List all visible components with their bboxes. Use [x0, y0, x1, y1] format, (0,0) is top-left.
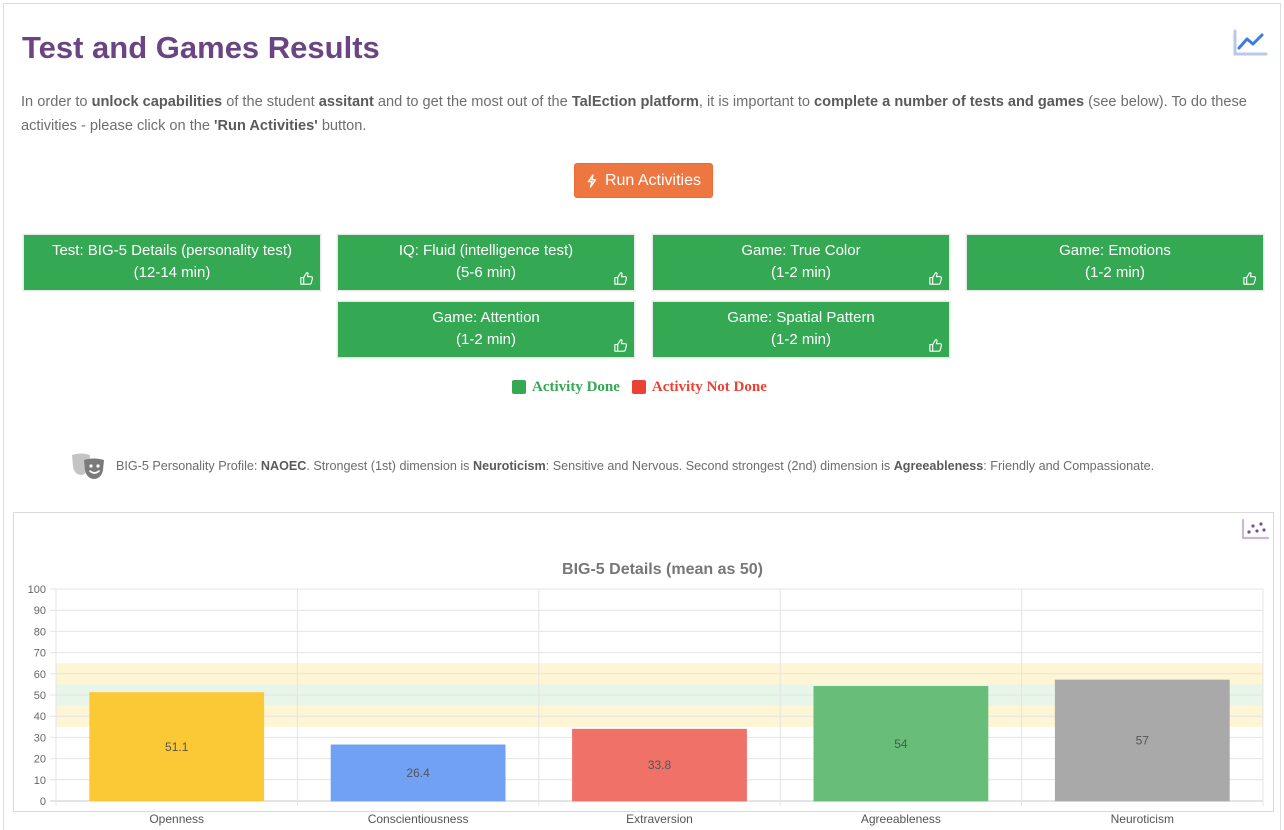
activity-duration: (1-2 min)	[770, 331, 831, 348]
page-title: Test and Games Results	[22, 30, 380, 65]
run-activities-button[interactable]: Run Activities	[574, 163, 713, 198]
activity-name: Game: Attention	[432, 309, 540, 326]
activity-duration: (1-2 min)	[1084, 264, 1145, 281]
activity-card-attention[interactable]: Game: Attention (1-2 min)	[337, 301, 635, 358]
lightning-icon	[587, 173, 597, 188]
run-activities-label: Run Activities	[604, 171, 702, 189]
activity-name: IQ: Fluid (intelligence test)	[398, 242, 574, 259]
personality-profile-summary: BIG-5 Personality Profile: NAOEC. Strong…	[70, 450, 1154, 482]
intro-bold-platform: TalEction platform	[571, 94, 699, 110]
theater-masks-icon	[72, 453, 104, 479]
thumbs-up-icon	[1243, 272, 1257, 285]
intro-bold-unlock: unlock capabilities	[91, 94, 223, 110]
activity-card-iq-fluid[interactable]: IQ: Fluid (intelligence test) (5-6 min)	[337, 234, 635, 291]
legend-done-swatch	[512, 380, 526, 394]
activity-card-spatial-pattern[interactable]: Game: Spatial Pattern (1-2 min)	[652, 301, 950, 358]
activity-name: Game: Spatial Pattern	[727, 309, 875, 326]
big5-chart-card	[13, 512, 1274, 812]
activity-legend: Activity Done Activity Not Done	[512, 377, 767, 397]
intro-text: In order to unlock capabilities of the s…	[21, 94, 1247, 134]
activity-card-true-color[interactable]: Game: True Color (1-2 min)	[652, 234, 950, 291]
activity-duration: (12-14 min)	[133, 264, 211, 281]
legend-not-done-swatch	[631, 380, 646, 394]
thumbs-up-icon	[614, 339, 628, 352]
profile-first-dimension: Neuroticism	[472, 459, 546, 473]
profile-second-dimension: Agreeableness	[893, 459, 984, 473]
legend-not-done-label: Activity Not Done	[651, 378, 767, 395]
activity-name: Test: BIG-5 Details (personality test)	[51, 242, 293, 259]
activity-card-emotions[interactable]: Game: Emotions (1-2 min)	[966, 234, 1264, 291]
profile-text: BIG-5 Personality Profile: NAOEC. Strong…	[116, 459, 1155, 473]
profile-code: NAOEC	[260, 459, 307, 473]
legend-done-label: Activity Done	[532, 378, 620, 395]
intro-bold-complete: complete a number of tests and games	[814, 94, 1085, 110]
activity-card-big5[interactable]: Test: BIG-5 Details (personality test) (…	[23, 234, 321, 291]
intro-bold-assistant: assitant	[318, 94, 374, 110]
thumbs-up-icon	[929, 272, 943, 285]
activity-duration: (5-6 min)	[455, 264, 516, 281]
activity-name: Game: Emotions	[1059, 242, 1171, 259]
intro-bold-run: 'Run Activities'	[214, 118, 318, 134]
thumbs-up-icon	[929, 339, 943, 352]
scatter-plot-icon[interactable]	[1241, 518, 1269, 540]
thumbs-up-icon	[614, 272, 628, 285]
activity-name: Game: True Color	[741, 242, 861, 259]
line-chart-icon[interactable]	[1232, 28, 1268, 58]
activity-duration: (1-2 min)	[770, 264, 831, 281]
thumbs-up-icon	[300, 272, 314, 285]
activity-duration: (1-2 min)	[455, 331, 516, 348]
